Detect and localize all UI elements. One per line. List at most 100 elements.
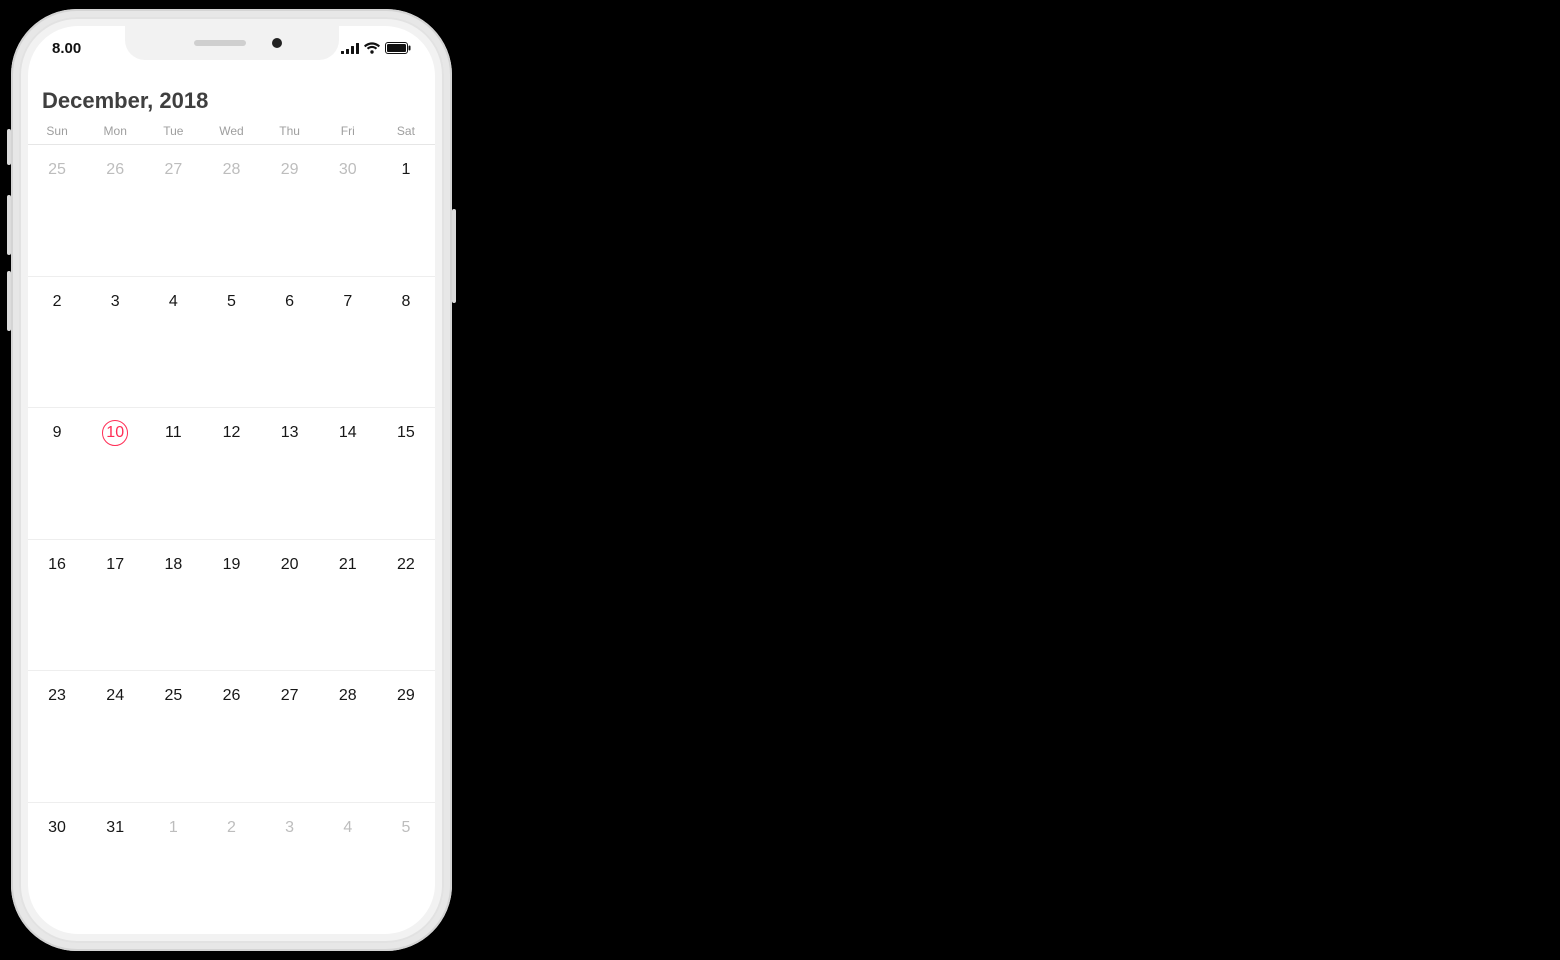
- calendar-day-cell[interactable]: 2: [202, 803, 260, 935]
- calendar-day-cell[interactable]: 18: [144, 540, 202, 672]
- calendar-day-cell[interactable]: 7: [319, 277, 377, 409]
- calendar-day-cell[interactable]: 4: [319, 803, 377, 935]
- calendar-day-cell[interactable]: 16: [28, 540, 86, 672]
- day-number: 28: [218, 157, 244, 183]
- day-number: 7: [335, 289, 361, 315]
- calendar-day-cell[interactable]: 3: [86, 277, 144, 409]
- day-number: 20: [277, 552, 303, 578]
- calendar-day-cell[interactable]: 2: [28, 277, 86, 409]
- day-number: 8: [393, 289, 419, 315]
- calendar-day-cell[interactable]: 1: [377, 145, 435, 277]
- day-number: 31: [102, 815, 128, 841]
- calendar-day-cell[interactable]: 30: [319, 145, 377, 277]
- front-camera: [272, 38, 282, 48]
- status-time: 8.00: [52, 40, 81, 57]
- calendar-day-cell[interactable]: 29: [261, 145, 319, 277]
- calendar-day-cell[interactable]: 9: [28, 408, 86, 540]
- day-number: 19: [218, 552, 244, 578]
- calendar-day-cell[interactable]: 24: [86, 671, 144, 803]
- day-number: 4: [160, 289, 186, 315]
- weekday-thu: Thu: [261, 124, 319, 138]
- calendar-day-cell[interactable]: 5: [202, 277, 260, 409]
- day-number: 26: [218, 683, 244, 709]
- day-number: 4: [335, 815, 361, 841]
- speaker-grille: [194, 40, 246, 46]
- day-number: 25: [160, 683, 186, 709]
- calendar-day-cell[interactable]: 17: [86, 540, 144, 672]
- day-number: 17: [102, 552, 128, 578]
- calendar-day-cell[interactable]: 25: [28, 145, 86, 277]
- day-number: 27: [277, 683, 303, 709]
- calendar-day-cell[interactable]: 28: [202, 145, 260, 277]
- day-number: 3: [277, 815, 303, 841]
- calendar-day-cell[interactable]: 4: [144, 277, 202, 409]
- calendar-day-cell[interactable]: 12: [202, 408, 260, 540]
- calendar-day-cell[interactable]: 26: [86, 145, 144, 277]
- calendar-day-cell[interactable]: 25: [144, 671, 202, 803]
- mute-switch: [7, 129, 11, 165]
- calendar-day-cell[interactable]: 31: [86, 803, 144, 935]
- calendar-day-cell[interactable]: 3: [261, 803, 319, 935]
- cellular-signal-icon: [341, 43, 359, 54]
- battery-icon: [385, 42, 411, 54]
- day-number: 22: [393, 552, 419, 578]
- calendar-day-cell[interactable]: 21: [319, 540, 377, 672]
- calendar-day-cell[interactable]: 5: [377, 803, 435, 935]
- day-number: 26: [102, 157, 128, 183]
- phone-bezel: 8.00 December, 2018 Sun: [19, 17, 444, 943]
- power-button: [452, 209, 456, 303]
- month-title: December, 2018: [28, 70, 435, 124]
- calendar-day-cell[interactable]: 27: [144, 145, 202, 277]
- calendar-day-cell[interactable]: 28: [319, 671, 377, 803]
- day-number: 30: [335, 157, 361, 183]
- day-number: 25: [44, 157, 70, 183]
- weekday-fri: Fri: [319, 124, 377, 138]
- weekday-sat: Sat: [377, 124, 435, 138]
- calendar-day-cell[interactable]: 30: [28, 803, 86, 935]
- day-number: 9: [44, 420, 70, 446]
- calendar-day-cell[interactable]: 27: [261, 671, 319, 803]
- calendar-day-cell[interactable]: 6: [261, 277, 319, 409]
- weekday-sun: Sun: [28, 124, 86, 138]
- day-number: 1: [393, 157, 419, 183]
- day-number: 24: [102, 683, 128, 709]
- day-number: 21: [335, 552, 361, 578]
- calendar-day-cell[interactable]: 10: [86, 408, 144, 540]
- day-number: 30: [44, 815, 70, 841]
- calendar-day-cell[interactable]: 20: [261, 540, 319, 672]
- weekday-header: Sun Mon Tue Wed Thu Fri Sat: [28, 124, 435, 145]
- weekday-wed: Wed: [202, 124, 260, 138]
- day-number: 12: [218, 420, 244, 446]
- calendar-day-cell[interactable]: 26: [202, 671, 260, 803]
- notch: [125, 26, 339, 60]
- day-number: 15: [393, 420, 419, 446]
- day-number: 27: [160, 157, 186, 183]
- status-right: [341, 42, 411, 54]
- calendar-day-cell[interactable]: 14: [319, 408, 377, 540]
- calendar-view: December, 2018 Sun Mon Tue Wed Thu Fri S…: [28, 70, 435, 934]
- day-number: 23: [44, 683, 70, 709]
- day-number: 6: [277, 289, 303, 315]
- calendar-day-cell[interactable]: 19: [202, 540, 260, 672]
- calendar-day-cell[interactable]: 23: [28, 671, 86, 803]
- wifi-icon: [364, 42, 380, 54]
- day-number: 16: [44, 552, 70, 578]
- day-number: 14: [335, 420, 361, 446]
- calendar-day-cell[interactable]: 11: [144, 408, 202, 540]
- screen: 8.00 December, 2018 Sun: [28, 26, 435, 934]
- calendar-day-cell[interactable]: 22: [377, 540, 435, 672]
- day-number: 2: [218, 815, 244, 841]
- day-number: 11: [160, 420, 186, 446]
- day-number: 28: [335, 683, 361, 709]
- weekday-mon: Mon: [86, 124, 144, 138]
- calendar-day-cell[interactable]: 29: [377, 671, 435, 803]
- calendar-day-cell[interactable]: 15: [377, 408, 435, 540]
- day-number: 3: [102, 289, 128, 315]
- phone-frame: 8.00 December, 2018 Sun: [11, 9, 452, 951]
- day-number: 13: [277, 420, 303, 446]
- calendar-day-cell[interactable]: 8: [377, 277, 435, 409]
- calendar-day-cell[interactable]: 1: [144, 803, 202, 935]
- day-number: 29: [277, 157, 303, 183]
- day-number: 18: [160, 552, 186, 578]
- calendar-day-cell[interactable]: 13: [261, 408, 319, 540]
